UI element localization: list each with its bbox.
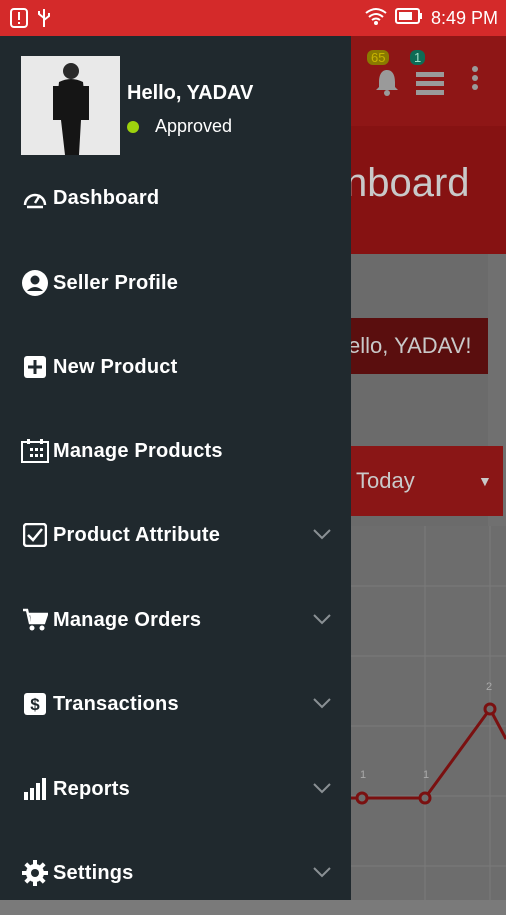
usb-icon bbox=[36, 8, 52, 33]
alert-icon bbox=[10, 8, 28, 33]
check-box-icon bbox=[21, 521, 49, 549]
signal-bars-icon bbox=[21, 775, 49, 803]
sidebar-item-label: Manage Products bbox=[53, 439, 223, 462]
greeting-banner: ello, YADAV! bbox=[340, 318, 488, 374]
wifi-icon bbox=[365, 7, 387, 30]
chevron-down-icon[interactable] bbox=[312, 865, 332, 879]
bell-icon[interactable] bbox=[374, 68, 400, 101]
period-filter[interactable]: Today ▼ bbox=[340, 446, 503, 516]
sidebar-item-label: Settings bbox=[53, 861, 134, 884]
navigation-drawer: Hello, YADAV Approved Dashboard Seller P… bbox=[0, 36, 351, 900]
sidebar-item-product-attribute[interactable]: Product Attribute bbox=[0, 493, 351, 577]
status-bar: 8:49 PM bbox=[0, 0, 506, 36]
more-vert-icon[interactable] bbox=[472, 66, 478, 95]
sales-chart: 1 1 2 bbox=[340, 526, 506, 900]
sidebar-item-settings[interactable]: Settings bbox=[0, 831, 351, 915]
svg-text:$: $ bbox=[30, 695, 40, 714]
sidebar-item-label: Manage Orders bbox=[53, 608, 202, 631]
sidebar-item-dashboard[interactable]: Dashboard bbox=[0, 156, 351, 240]
sidebar-item-label: New Product bbox=[53, 355, 178, 378]
page-title: nboard bbox=[345, 161, 470, 205]
battery-icon bbox=[394, 8, 423, 29]
chart-point bbox=[418, 791, 432, 805]
cart-icon bbox=[21, 606, 49, 634]
sidebar-item-manage-products[interactable]: Manage Products bbox=[0, 409, 351, 493]
add-box-icon bbox=[21, 353, 49, 381]
gear-icon bbox=[21, 859, 49, 887]
sidebar-item-label: Seller Profile bbox=[53, 271, 179, 294]
sidebar-item-new-product[interactable]: New Product bbox=[0, 325, 351, 409]
sidebar-item-label: Dashboard bbox=[53, 186, 160, 209]
sidebar-item-label: Product Attribute bbox=[53, 523, 221, 546]
dollar-icon: $ bbox=[21, 690, 49, 718]
status-label: Approved bbox=[155, 116, 233, 136]
sidebar-item-transactions[interactable]: $ Transactions bbox=[0, 662, 351, 746]
chart-data-label: 2 bbox=[486, 681, 492, 693]
chart-data-label: 1 bbox=[423, 769, 429, 781]
chart-data-label: 1 bbox=[360, 769, 366, 781]
sidebar-item-label: Reports bbox=[53, 777, 130, 800]
avatar[interactable] bbox=[21, 56, 120, 155]
sidebar-item-manage-orders[interactable]: Manage Orders bbox=[0, 578, 351, 662]
status-time: 8:49 PM bbox=[430, 8, 498, 28]
chevron-down-icon[interactable] bbox=[312, 612, 332, 626]
sidebar-item-label: Transactions bbox=[53, 692, 179, 715]
chevron-down-icon[interactable] bbox=[312, 527, 332, 541]
dropdown-arrow-icon: ▼ bbox=[478, 473, 492, 489]
chevron-down-icon[interactable] bbox=[312, 696, 332, 710]
calendar-grid-icon bbox=[21, 437, 49, 465]
chart-point bbox=[483, 702, 497, 716]
notification-badge: 65 bbox=[367, 50, 390, 65]
chevron-down-icon[interactable] bbox=[312, 781, 332, 795]
list-icon[interactable] bbox=[416, 70, 444, 101]
sidebar-item-reports[interactable]: Reports bbox=[0, 747, 351, 831]
status-badge: Approved bbox=[127, 116, 232, 137]
user-greeting: Hello, YADAV bbox=[127, 82, 254, 104]
status-dot-icon bbox=[127, 120, 139, 133]
chart-point bbox=[355, 791, 369, 805]
sidebar-item-seller-profile[interactable]: Seller Profile bbox=[0, 241, 351, 325]
cart-badge: 1 bbox=[410, 50, 426, 65]
account-circle-icon bbox=[21, 269, 49, 297]
speedometer-icon bbox=[21, 184, 49, 212]
